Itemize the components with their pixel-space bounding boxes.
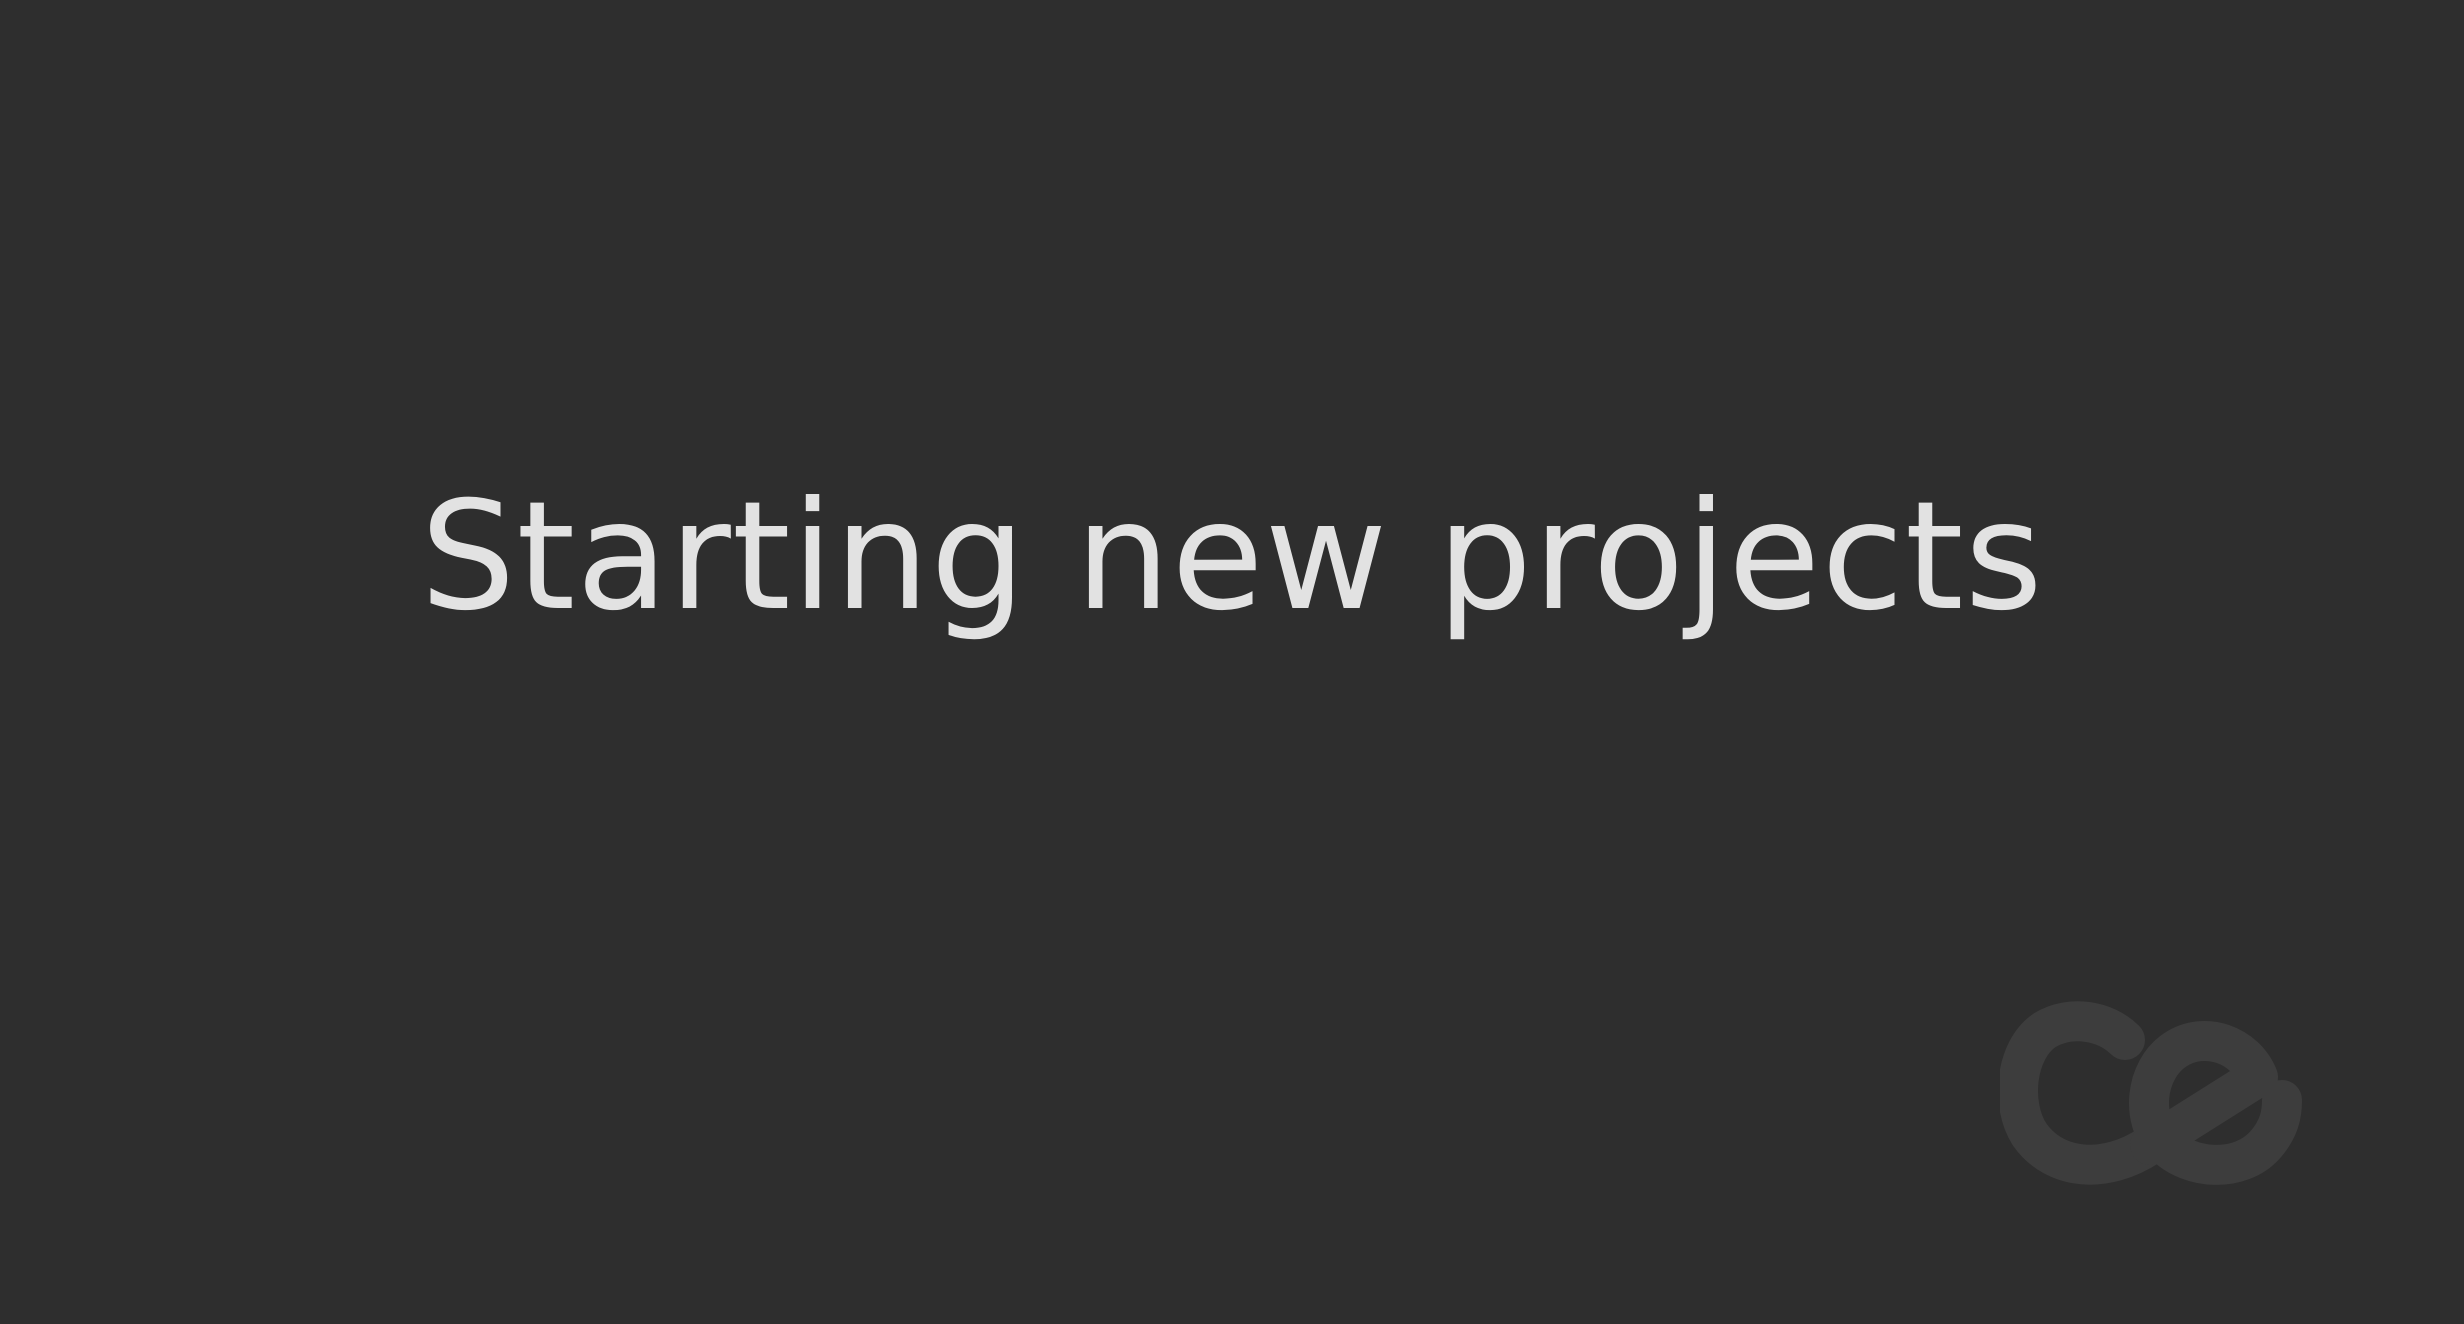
- ce-logo-icon: [2000, 1001, 2302, 1185]
- slide: Starting new projects: [0, 0, 2464, 1324]
- slide-title: Starting new projects: [420, 470, 2044, 644]
